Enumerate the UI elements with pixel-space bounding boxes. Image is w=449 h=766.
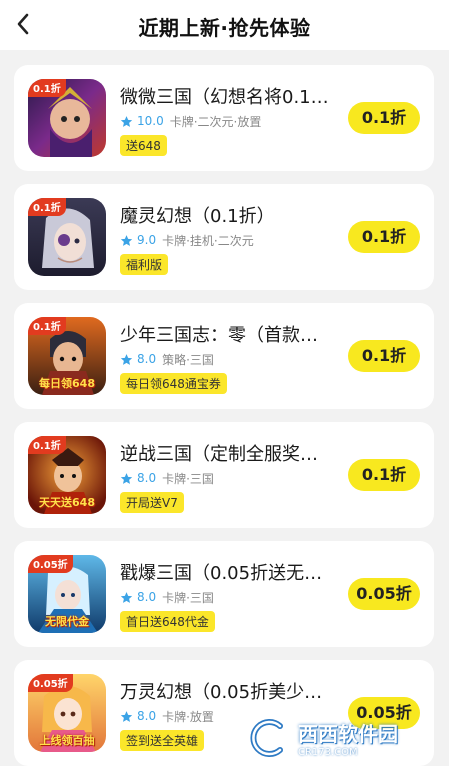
rating-value: 8.0	[137, 471, 157, 485]
icon-caption: 每日领648	[39, 377, 95, 390]
benefit-badge: 福利版	[120, 254, 169, 275]
game-name[interactable]: 少年三国志：零（首款…	[120, 321, 338, 347]
game-tags: 卡牌·二次元·放置	[169, 114, 262, 129]
rating-value: 8.0	[137, 590, 157, 604]
icon-discount-tag: 0.1折	[28, 436, 66, 454]
game-meta: 8.0 卡牌·三国	[120, 470, 214, 486]
game-name[interactable]: 魔灵幻想（0.1折）	[120, 202, 338, 228]
icon-discount-tag: 0.05折	[28, 674, 73, 692]
game-tags: 卡牌·挂机·二次元	[162, 233, 254, 248]
benefit-badge: 首日送648代金	[120, 611, 215, 632]
game-card[interactable]: 0.1折 魔灵幻想（0.1折） 9.0 卡牌·挂机·二次元 福利版 0.1折	[14, 184, 434, 290]
icon-caption: 天天送648	[39, 496, 95, 509]
watermark-logo-icon	[250, 719, 283, 757]
icon-caption: 上线领百抽	[39, 734, 95, 747]
icon-discount-tag: 0.1折	[28, 79, 66, 97]
discount-button[interactable]: 0.1折	[348, 221, 420, 253]
game-card[interactable]: 0.05折 无限代金 戳爆三国（0.05折送无… 8.0 卡牌·三国 首日送64…	[14, 541, 434, 647]
game-tags: 卡牌·三国	[162, 471, 214, 486]
game-tags: 策略·三国	[162, 352, 214, 367]
app-header: 近期上新·抢先体验	[0, 0, 449, 50]
benefit-badge: 开局送V7	[120, 492, 184, 513]
star-icon	[120, 591, 133, 603]
star-icon	[120, 234, 133, 246]
game-card[interactable]: 0.1折 每日领648 少年三国志：零（首款… 8.0 策略·三国 每日领648…	[14, 303, 434, 409]
discount-button[interactable]: 0.1折	[348, 102, 420, 134]
game-meta: 9.0 卡牌·挂机·二次元	[120, 232, 254, 248]
discount-button[interactable]: 0.1折	[348, 340, 420, 372]
star-icon	[120, 353, 133, 365]
star-icon	[120, 472, 133, 484]
game-icon-image[interactable]: 0.1折 天天送648	[28, 436, 106, 514]
game-icon-image[interactable]: 0.05折 上线领百抽	[28, 674, 106, 752]
game-meta: 8.0 卡牌·三国	[120, 589, 214, 605]
discount-button[interactable]: 0.05折	[348, 578, 420, 610]
star-icon	[120, 115, 133, 127]
rating-value: 8.0	[137, 709, 157, 723]
star-icon	[120, 710, 133, 722]
benefit-badge: 签到送全英雄	[120, 730, 205, 751]
game-name[interactable]: 逆战三国（定制全服奖…	[120, 440, 338, 466]
game-icon-image[interactable]: 0.05折 无限代金	[28, 555, 106, 633]
game-icon-image[interactable]: 0.1折	[28, 79, 106, 157]
game-card[interactable]: 0.1折 天天送648 逆战三国（定制全服奖… 8.0 卡牌·三国 开局送V7 …	[14, 422, 434, 528]
rating-value: 9.0	[137, 233, 157, 247]
game-meta: 10.0 卡牌·二次元·放置	[120, 113, 261, 129]
icon-discount-tag: 0.1折	[28, 198, 66, 216]
icon-discount-tag: 0.05折	[28, 555, 73, 573]
discount-button[interactable]: 0.1折	[348, 459, 420, 491]
icon-discount-tag: 0.1折	[28, 317, 66, 335]
game-meta: 8.0 卡牌·放置	[120, 708, 214, 724]
game-name[interactable]: 戳爆三国（0.05折送无…	[120, 559, 338, 585]
game-tags: 卡牌·三国	[162, 590, 214, 605]
icon-caption: 无限代金	[45, 615, 89, 628]
game-card[interactable]: 0.1折 微微三国（幻想名将0.1… 10.0 卡牌·二次元·放置 送648 0…	[14, 65, 434, 171]
benefit-badge: 每日领648通宝券	[120, 373, 227, 394]
game-meta: 8.0 策略·三国	[120, 351, 214, 367]
rating-value: 8.0	[137, 352, 157, 366]
game-icon-image[interactable]: 0.1折 每日领648	[28, 317, 106, 395]
game-icon-image[interactable]: 0.1折	[28, 198, 106, 276]
page-title: 近期上新·抢先体验	[138, 16, 311, 40]
site-watermark: 西西软件园 CR173.COM	[250, 716, 440, 760]
benefit-badge: 送648	[120, 135, 167, 156]
watermark-subtext: CR173.COM	[298, 747, 358, 758]
game-name[interactable]: 万灵幻想（0.05折美少…	[120, 678, 338, 704]
rating-value: 10.0	[137, 114, 164, 128]
watermark-text: 西西软件园	[298, 722, 398, 746]
game-tags: 卡牌·放置	[162, 709, 214, 724]
game-name[interactable]: 微微三国（幻想名将0.1…	[120, 83, 338, 109]
